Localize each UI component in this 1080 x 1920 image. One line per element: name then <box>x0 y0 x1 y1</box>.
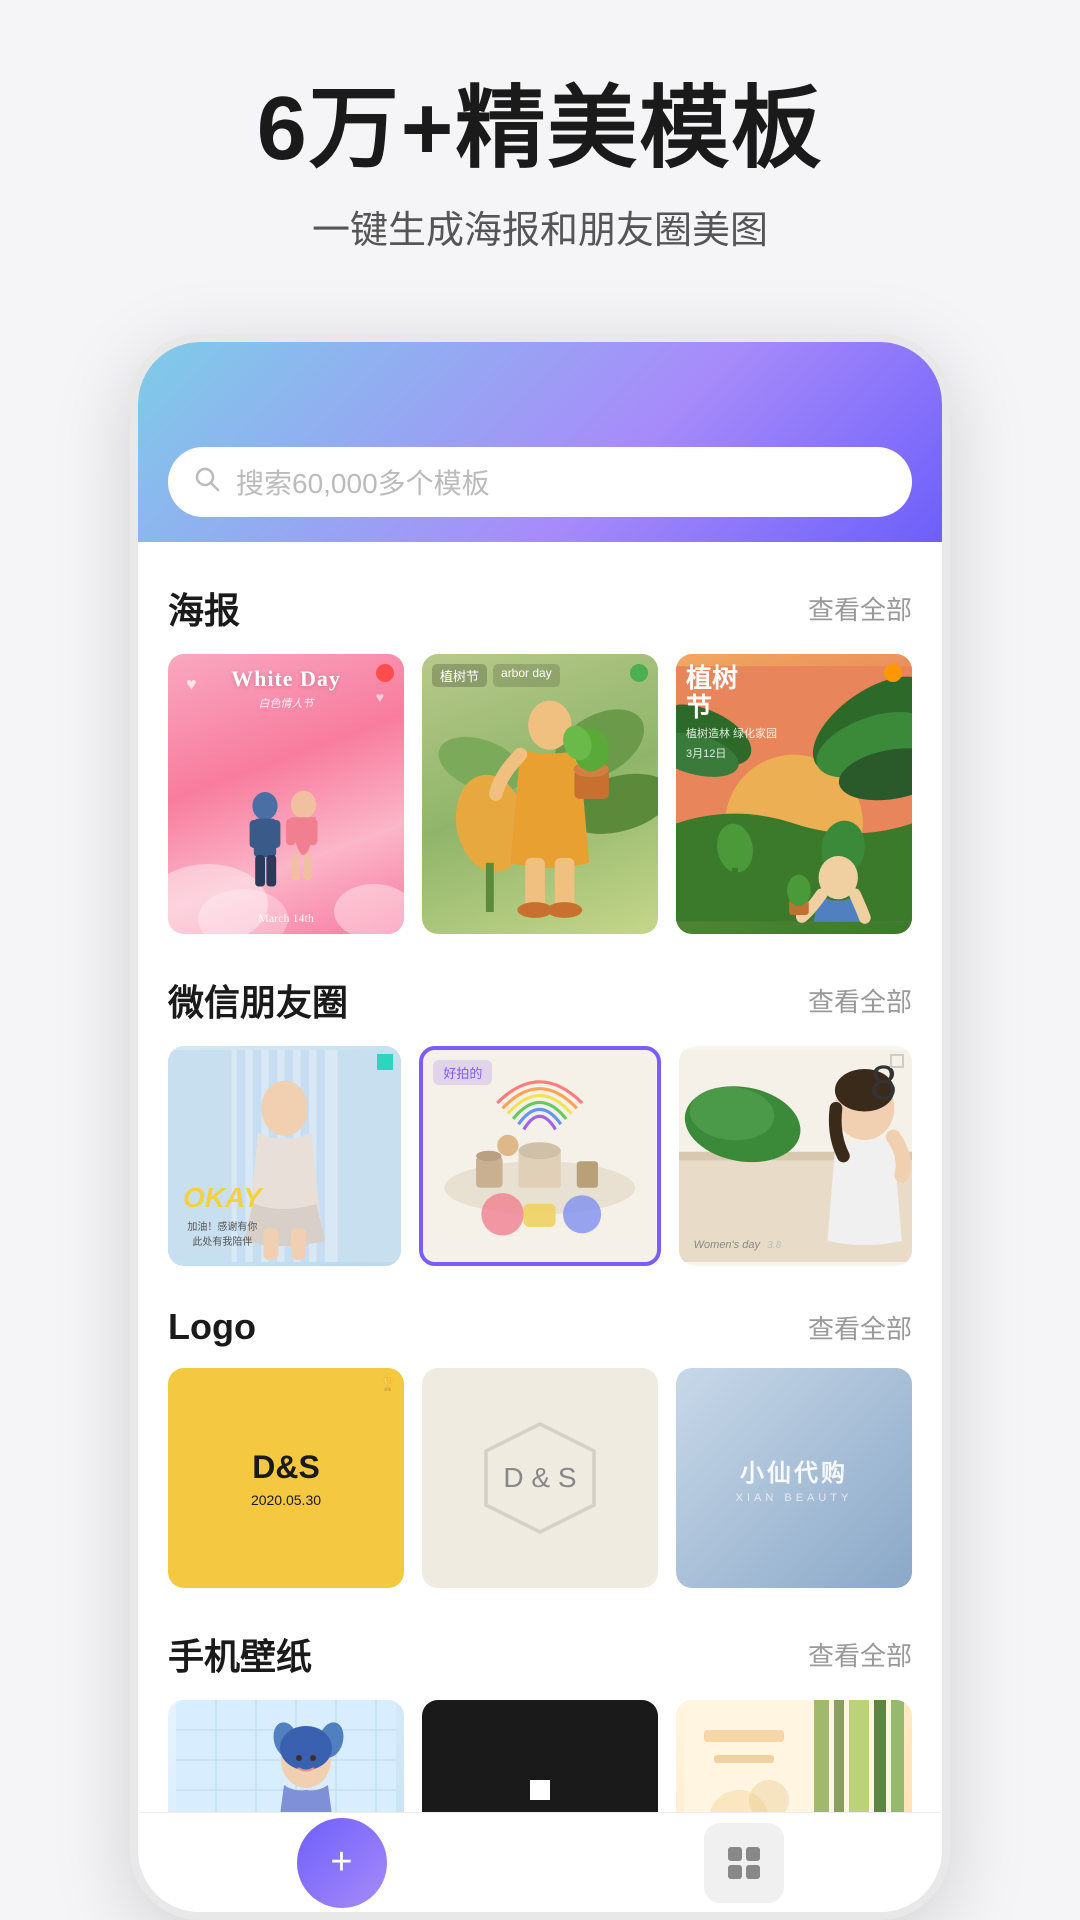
wechat-section-header: 微信朋友圈 查看全部 <box>168 974 912 1026</box>
wechat-card-womens[interactable]: 8 Women's day 3.8 <box>679 1046 912 1266</box>
wechat-section: 微信朋友圈 查看全部 <box>168 974 912 1266</box>
poster-card-plant[interactable]: 植树 节 植树造林 绿化家园 3月12日 <box>676 654 912 934</box>
plant-festival-text: 植树 节 植树造林 绿化家园 3月12日 <box>686 664 902 761</box>
logo-xiaoxian-sub: XIAN BEAUTY <box>736 1492 853 1504</box>
bottom-nav: + <box>138 1812 942 1912</box>
wechat-section-title: 微信朋友圈 <box>168 974 348 1026</box>
white-day-title-text: White Day <box>168 666 404 692</box>
grid-icon <box>724 1843 764 1883</box>
wechat2-label: 好拍的 <box>433 1060 492 1085</box>
sub-title: 一键生成海报和朋友圈美图 <box>40 199 1040 254</box>
wechat-cards-row: OKAY 加油！感谢有你此处有我陪伴 <box>168 1046 912 1266</box>
logo-ds-date: 2020.05.30 <box>251 1492 321 1508</box>
logo-section-title: Logo <box>168 1306 256 1348</box>
logo-card-xiaoxian[interactable]: 小仙代购 XIAN BEAUTY <box>676 1368 912 1588</box>
plant-overlay: 植树 节 植树造林 绿化家园 3月12日 <box>676 654 912 934</box>
wallpaper-section-header: 手机壁纸 查看全部 <box>168 1628 912 1680</box>
search-bar[interactable]: 搜索60,000多个模板 <box>168 447 912 517</box>
white-day-badge <box>376 664 394 682</box>
wechat3-dot <box>890 1054 904 1068</box>
poster-section-header: 海报 查看全部 <box>168 582 912 634</box>
logo-ds-yellow-text: D&S <box>252 1449 320 1486</box>
wechat-more-link[interactable]: 查看全部 <box>808 982 912 1019</box>
poster-cards-row: ♥ ♥ <box>168 654 912 934</box>
search-icon <box>193 465 221 500</box>
header-section: 6万+精美模板 一键生成海报和朋友圈美图 <box>0 0 1080 294</box>
poster-section: 海报 查看全部 ♥ ♥ <box>168 582 912 934</box>
phone-top-bar: 搜索60,000多个模板 <box>138 342 942 542</box>
white-day-chinese: 白色情人节 <box>168 695 404 711</box>
poster-card-white-day[interactable]: ♥ ♥ <box>168 654 404 934</box>
wechat-card-table[interactable]: 好拍的 <box>419 1046 660 1266</box>
search-placeholder-text: 搜索60,000多个模板 <box>236 462 490 502</box>
logo-cards-row: D&S 2020.05.30 🏆 D & S 小仙代购 XIAN BEAUTY <box>168 1368 912 1588</box>
poster-more-link[interactable]: 查看全部 <box>808 590 912 627</box>
poster-card-arbor[interactable]: 植树节 arbor day <box>422 654 658 934</box>
plant-badge <box>884 664 902 682</box>
logo-card-ds-beige[interactable]: D & S <box>422 1368 658 1588</box>
main-title: 6万+精美模板 <box>40 80 1040 179</box>
wallpaper-section-title: 手机壁纸 <box>168 1628 312 1680</box>
add-button[interactable]: + <box>297 1818 387 1908</box>
logo-card-ds-yellow[interactable]: D&S 2020.05.30 🏆 <box>168 1368 404 1588</box>
arbor-labels: 植树节 arbor day <box>432 664 560 687</box>
wallpaper-more-link[interactable]: 查看全部 <box>808 1636 912 1673</box>
arbor-badge <box>630 664 648 682</box>
logo-more-link[interactable]: 查看全部 <box>808 1309 912 1346</box>
phone-mockup: 搜索60,000多个模板 海报 查看全部 <box>130 334 950 1920</box>
wechat1-dot <box>377 1054 393 1070</box>
logo1-icon: 🏆 <box>380 1376 396 1392</box>
wechat1-okay-text: OKAY 加油！感谢有你此处有我陪伴 <box>183 1182 262 1248</box>
wechat3-womensday: Women's day 3.8 <box>694 1237 782 1251</box>
logo-xiaoxian-title: 小仙代购 <box>740 1453 848 1488</box>
logo-section-header: Logo 查看全部 <box>168 1306 912 1348</box>
wechat-card-okay[interactable]: OKAY 加油！感谢有你此处有我陪伴 <box>168 1046 401 1266</box>
wall2-dot <box>530 1780 550 1800</box>
white-day-date: March 14th <box>168 911 404 926</box>
white-day-overlay: ♥ ♥ <box>168 654 404 934</box>
phone-content: 海报 查看全部 ♥ ♥ <box>138 542 942 1920</box>
grid-button[interactable] <box>704 1823 784 1903</box>
arbor-overlay: 植树节 arbor day <box>422 654 658 934</box>
logo-section: Logo 查看全部 D&S 2020.05.30 🏆 D & S <box>168 1306 912 1588</box>
poster-section-title: 海报 <box>168 582 240 634</box>
